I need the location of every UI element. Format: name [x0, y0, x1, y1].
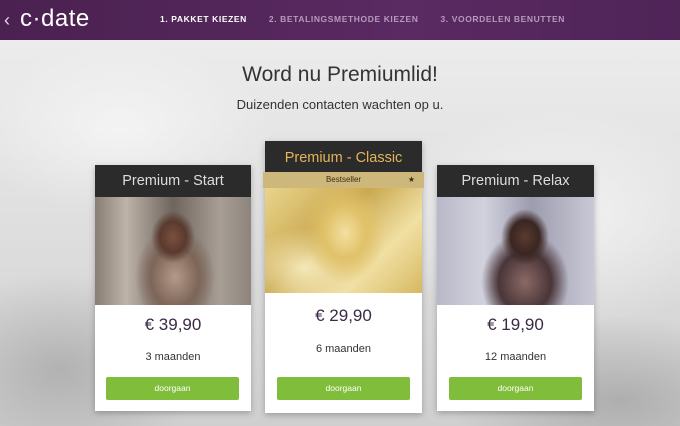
plan-name: Premium - Classic	[265, 141, 422, 172]
continue-button[interactable]: doorgaan	[449, 377, 582, 400]
plan-price: € 39,90	[144, 315, 202, 334]
plan-term: 3 maanden	[145, 351, 201, 363]
plan-photo	[437, 197, 594, 305]
step-3: 3. VOORDELEN BENUTTEN	[440, 14, 565, 24]
plan-card-start: Premium - Start € 39,90 3 maanden doorga…	[95, 165, 251, 411]
bestseller-label: Bestseller	[325, 175, 362, 184]
continue-button[interactable]: doorgaan	[277, 377, 410, 400]
bestseller-badge: Bestseller ★	[263, 172, 424, 188]
step-1: 1. PAKKET KIEZEN	[160, 14, 247, 24]
checkout-steps: 1. PAKKET KIEZEN 2. BETALINGSMETHODE KIE…	[160, 14, 565, 24]
continue-button[interactable]: doorgaan	[106, 377, 239, 400]
plan-term: 12 maanden	[484, 351, 547, 363]
chevron-left-icon[interactable]: ‹	[4, 10, 18, 30]
page-title: Word nu Premiumlid!	[242, 63, 438, 86]
plan-card-relax: Premium - Relax € 19,90 12 maanden doorg…	[437, 165, 594, 411]
logo[interactable]: c·date	[20, 5, 90, 33]
plan-name: Premium - Start	[95, 165, 251, 197]
plan-photo	[95, 197, 251, 305]
step-2: 2. BETALINGSMETHODE KIEZEN	[268, 14, 419, 24]
plan-name: Premium - Relax	[437, 165, 594, 197]
plan-photo	[265, 188, 422, 293]
plan-price: € 19,90	[487, 315, 544, 334]
plan-term: 6 maanden	[315, 343, 372, 355]
plan-price: € 29,90	[315, 306, 372, 325]
plan-card-classic: Premium - Classic Bestseller ★ € 29,90 6…	[263, 141, 424, 413]
star-icon: ★	[407, 175, 415, 184]
top-bar: ‹ c·date 1. PAKKET KIEZEN 2. BETALINGSME…	[0, 0, 680, 40]
page-subtitle: Duizenden contacten wachten op u.	[236, 97, 444, 112]
